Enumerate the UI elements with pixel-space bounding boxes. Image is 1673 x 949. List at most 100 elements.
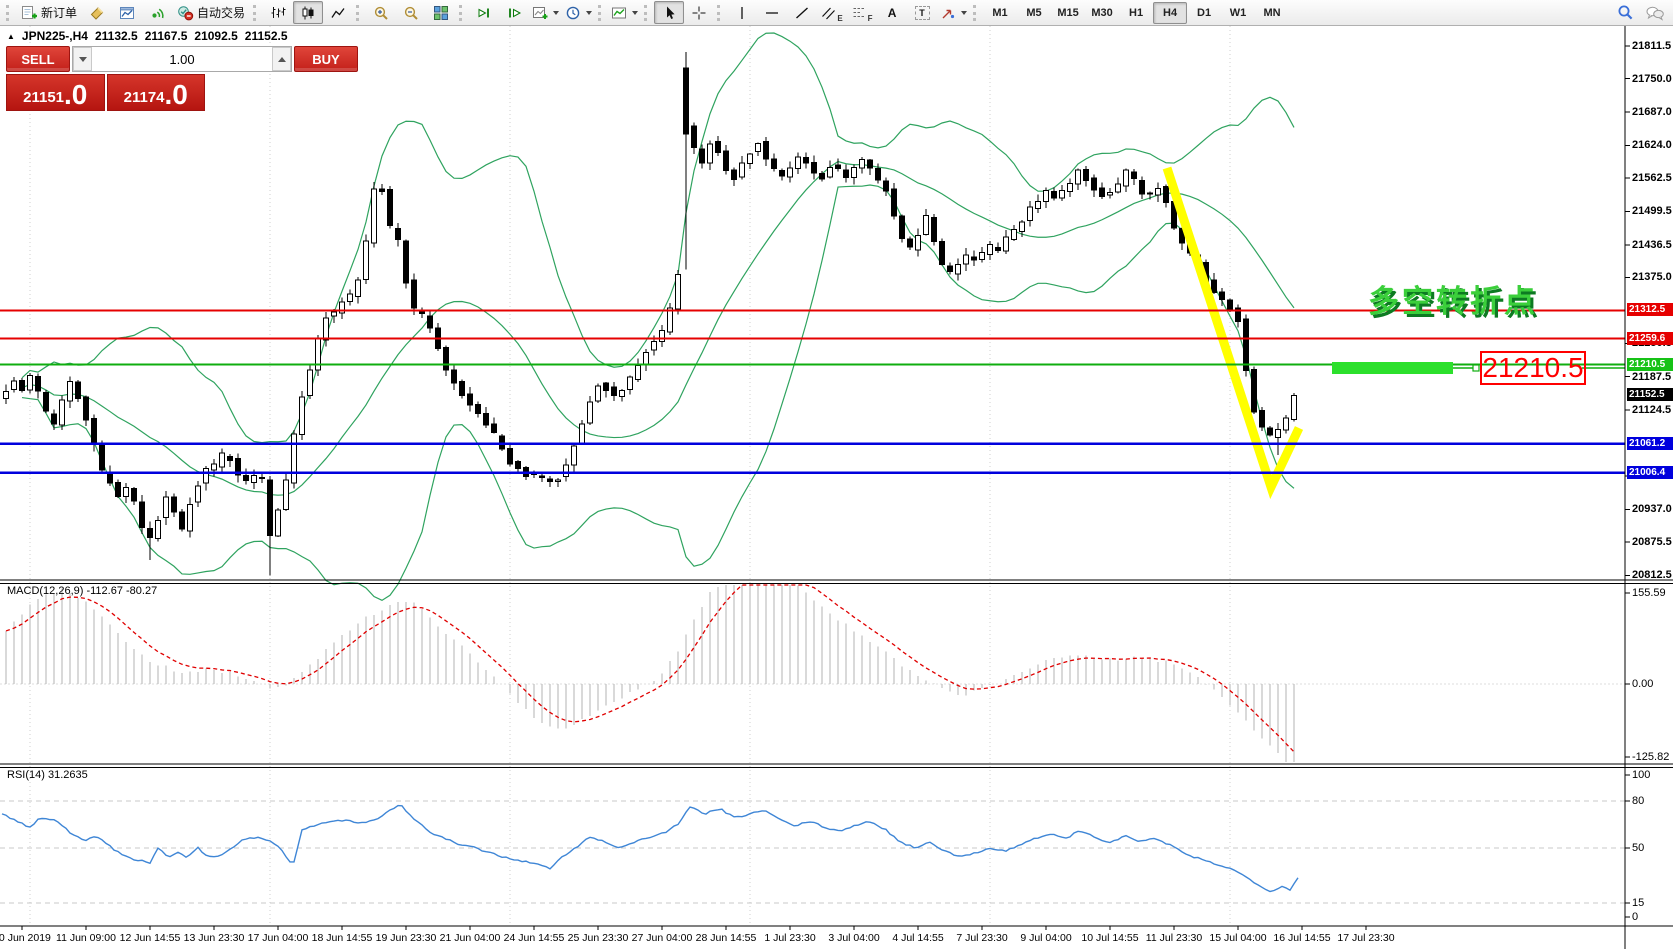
search-icon <box>1617 4 1634 21</box>
price-axis-tick: 20937.0 <box>1632 503 1672 515</box>
tab-timeframe-M30[interactable]: M30 <box>1085 2 1119 24</box>
volume-input[interactable] <box>92 47 272 71</box>
time-axis-label: 27 Jun 04:00 <box>632 932 693 944</box>
timeframes-dropdown[interactable] <box>562 1 595 24</box>
chat-icon <box>1645 5 1665 21</box>
cursor-icon <box>661 5 677 21</box>
toolbar-grip[interactable] <box>459 5 464 21</box>
toolbar-grip[interactable] <box>253 5 258 21</box>
macd-axis-tick: 0.00 <box>1632 678 1653 690</box>
turning-point-annotation: 多空转折点 <box>1368 276 1538 321</box>
sell-price-main: 21151 <box>23 87 64 109</box>
zoom-out-button[interactable] <box>396 1 426 24</box>
buy-price-button[interactable]: 21174.0 <box>107 74 206 111</box>
buy-price-frac: .0 <box>165 81 188 109</box>
rsi-axis-tick: 100 <box>1632 769 1650 781</box>
price-axis-tick: 21624.0 <box>1632 139 1672 151</box>
indicators-dropdown[interactable] <box>608 1 641 24</box>
crosshair-button[interactable] <box>684 1 714 24</box>
new-order-icon <box>21 5 38 21</box>
vertical-line-icon <box>734 5 750 21</box>
tab-timeframe-W1[interactable]: W1 <box>1221 2 1255 24</box>
fibonacci-button[interactable]: F <box>847 1 877 24</box>
new-chart-icon <box>532 5 548 21</box>
candlestick-chart-button[interactable] <box>293 1 323 24</box>
volume-decrease-button[interactable] <box>73 47 92 71</box>
chart-shift-button[interactable] <box>499 1 529 24</box>
sell-price-frac: .0 <box>64 81 87 109</box>
tab-timeframe-D1[interactable]: D1 <box>1187 2 1221 24</box>
price-axis-tick: 21687.0 <box>1632 106 1672 118</box>
tile-windows-button[interactable] <box>426 1 456 24</box>
auto-scroll-button[interactable] <box>469 1 499 24</box>
zoom-in-button[interactable] <box>366 1 396 24</box>
tab-timeframe-MN[interactable]: MN <box>1255 2 1289 24</box>
text-label-button[interactable]: T <box>907 1 937 24</box>
tab-timeframe-M5[interactable]: M5 <box>1017 2 1051 24</box>
cursor-button[interactable] <box>654 1 684 24</box>
time-axis-label: 7 Jul 23:30 <box>956 932 1007 944</box>
arrows-dropdown[interactable] <box>937 1 970 24</box>
arrows-icon <box>940 5 956 21</box>
ohlc-low: 21092.5 <box>194 29 237 43</box>
chart-window-button[interactable] <box>112 1 142 24</box>
tab-timeframe-H1[interactable]: H1 <box>1119 2 1153 24</box>
caret-down-icon <box>961 11 967 15</box>
search-button[interactable] <box>1610 1 1640 24</box>
toolbar-grip[interactable] <box>717 5 722 21</box>
toolbar-grip[interactable] <box>356 5 361 21</box>
new-chart-dropdown[interactable] <box>529 1 562 24</box>
time-axis-label: 4 Jul 14:55 <box>892 932 943 944</box>
caret-down-icon <box>79 57 87 62</box>
chat-button[interactable] <box>1640 1 1670 24</box>
fibonacci-icon <box>852 5 867 21</box>
toolbar-grip[interactable] <box>973 5 978 21</box>
line-chart-button[interactable] <box>323 1 353 24</box>
sell-price-button[interactable]: 21151.0 <box>6 74 105 111</box>
trendline-button[interactable] <box>787 1 817 24</box>
chart-canvas[interactable] <box>0 0 1673 949</box>
text-button[interactable]: A <box>877 1 907 24</box>
new-order-label: 新订单 <box>41 4 77 21</box>
price-callout-box: 21210.5 <box>1480 351 1586 385</box>
auto-trading-button[interactable]: 自动交易 <box>172 1 250 24</box>
buy-button[interactable]: BUY <box>294 46 358 72</box>
tab-timeframe-M15[interactable]: M15 <box>1051 2 1085 24</box>
rsi-axis-tick: 15 <box>1632 897 1644 909</box>
text-tool-icon: A <box>888 6 897 20</box>
price-axis-tick: 21499.5 <box>1632 205 1672 217</box>
time-axis-label: 28 Jun 14:55 <box>696 932 757 944</box>
equidistant-channel-button[interactable]: E <box>817 1 847 24</box>
time-axis-label: 19 Jun 23:30 <box>376 932 437 944</box>
signals-button[interactable] <box>142 1 172 24</box>
price-line-label: 21312.5 <box>1627 303 1673 316</box>
tab-timeframe-M1[interactable]: M1 <box>983 2 1017 24</box>
time-axis-label: 11 Jun 09:00 <box>56 932 116 944</box>
toolbar-grip[interactable] <box>6 5 11 21</box>
time-axis-label: 17 Jul 23:30 <box>1337 932 1394 944</box>
fibo-suffix-label: F <box>868 14 873 23</box>
trade-panel-toggle-icon[interactable]: ▲ <box>7 32 15 41</box>
price-axis-tick: 21124.5 <box>1632 404 1671 416</box>
vertical-line-button[interactable] <box>727 1 757 24</box>
caret-down-icon <box>586 11 592 15</box>
price-axis-tick: 21750.0 <box>1632 73 1672 85</box>
price-line-label: 21210.5 <box>1627 358 1673 371</box>
toolbar-grip[interactable] <box>644 5 649 21</box>
time-axis-label: 24 Jun 14:55 <box>504 932 565 944</box>
sell-button[interactable]: SELL <box>6 46 70 72</box>
horizontal-line-button[interactable] <box>757 1 787 24</box>
new-order-button[interactable]: 新订单 <box>16 1 82 24</box>
chart-shift-icon <box>506 5 522 21</box>
rsi-axis-tick: 80 <box>1632 795 1644 807</box>
ohlc-close: 21152.5 <box>245 29 288 43</box>
time-axis-label: 17 Jun 04:00 <box>248 932 309 944</box>
tab-timeframe-H4[interactable]: H4 <box>1153 2 1187 24</box>
volume-increase-button[interactable] <box>272 47 291 71</box>
indicators-icon <box>611 5 627 21</box>
one-click-trade-panel: SELL BUY 21151.0 21174.0 <box>6 46 205 111</box>
toolbar-grip[interactable] <box>598 5 603 21</box>
bar-chart-button[interactable] <box>263 1 293 24</box>
volume-stepper <box>72 46 292 72</box>
metaeditor-button[interactable] <box>82 1 112 24</box>
